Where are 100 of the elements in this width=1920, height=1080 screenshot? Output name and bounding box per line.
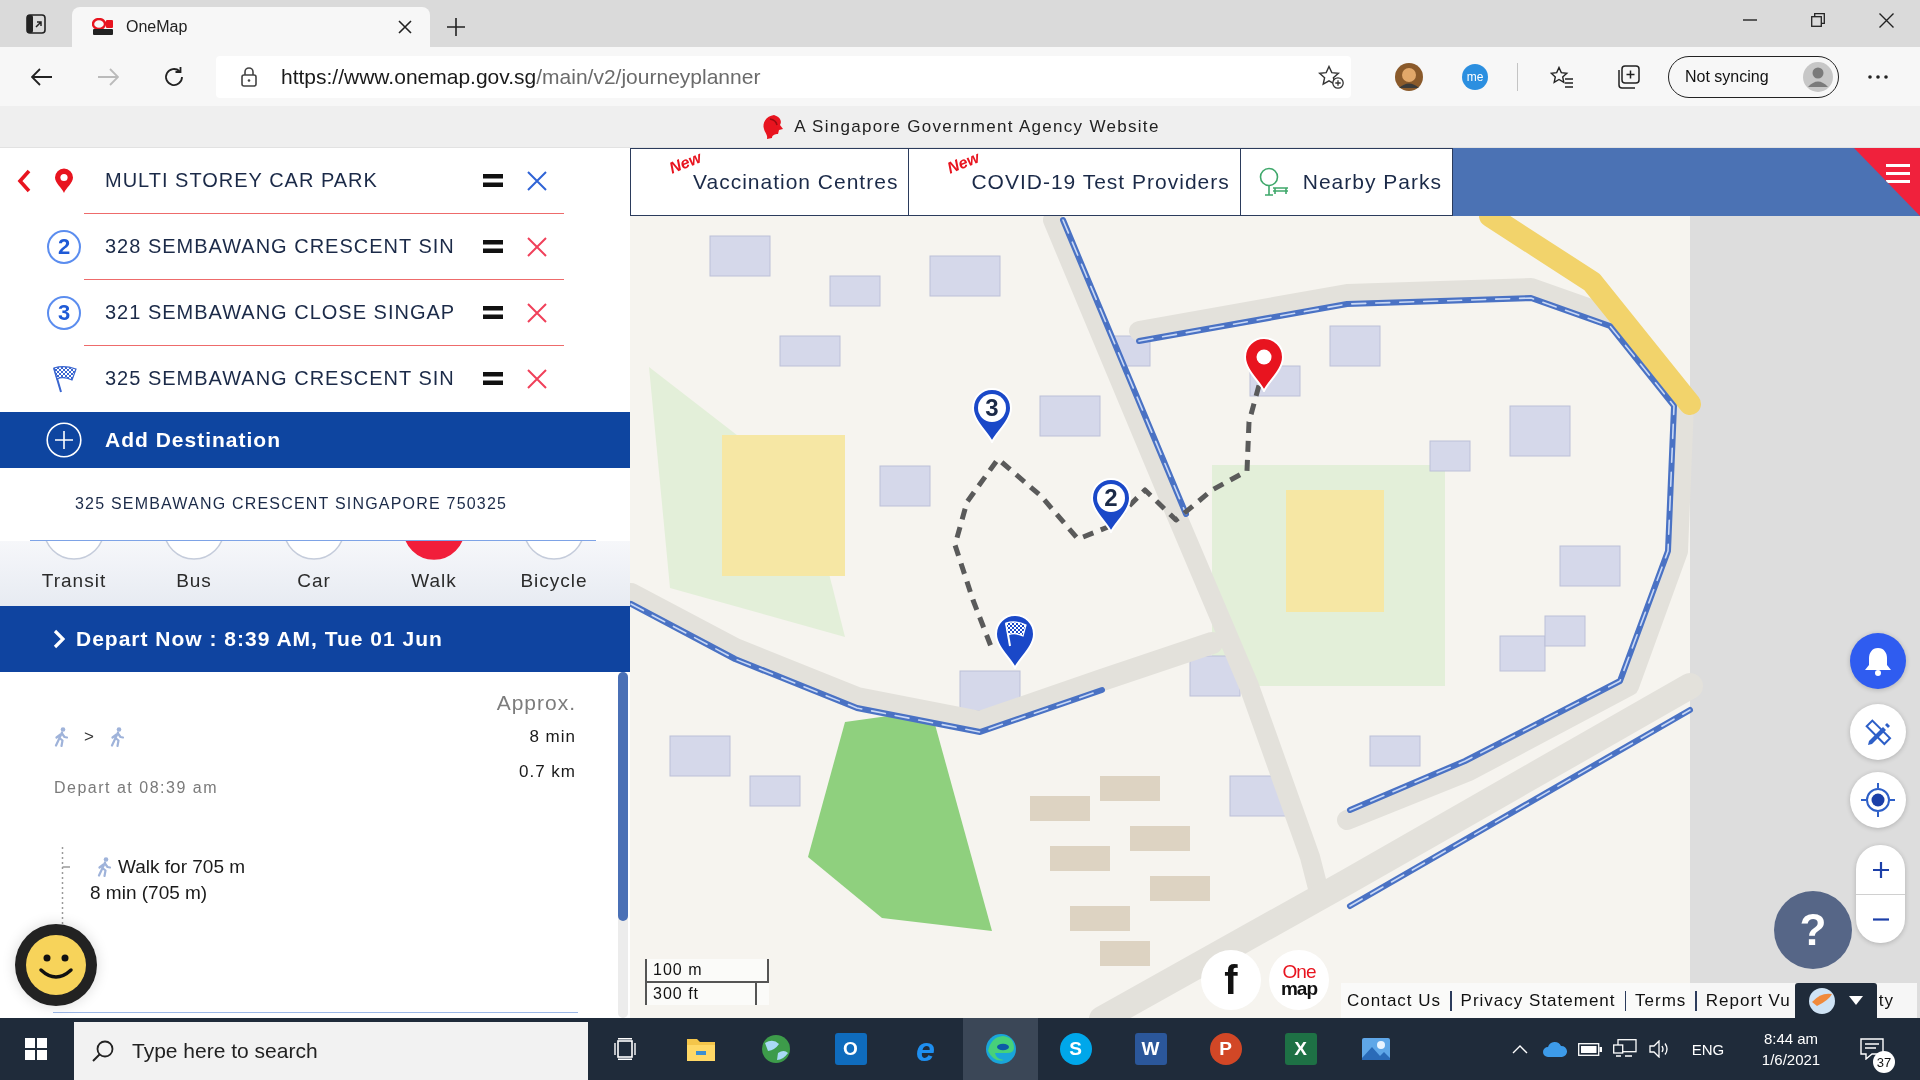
crosshair-icon xyxy=(1861,783,1895,817)
ruler-pencil-icon xyxy=(1863,717,1893,747)
chevron-up-icon xyxy=(1511,1044,1528,1054)
location-field[interactable]: 328 SEMBAWANG CRESCENT SIN xyxy=(84,235,483,258)
mode-tab[interactable]: Bus xyxy=(134,541,254,606)
feedback-button[interactable] xyxy=(15,924,97,1006)
drag-handle-icon[interactable] xyxy=(483,306,503,319)
mode-tab[interactable]: Walk xyxy=(374,541,494,606)
depart-time-text: Depart at 08:39 am xyxy=(54,778,219,798)
more-icon xyxy=(1868,74,1888,79)
selected-address: 325 SEMBAWANG CRESCENT SINGAPORE 750325 xyxy=(74,493,509,514)
drag-handle-icon[interactable] xyxy=(483,240,503,253)
add-destination-button[interactable]: Add Destination xyxy=(0,412,630,468)
location-field[interactable]: 321 SEMBAWANG CLOSE SINGAP xyxy=(84,301,483,324)
flag-pin-icon[interactable] xyxy=(994,613,1036,669)
stop-number: 3 xyxy=(47,296,81,330)
favorites-icon xyxy=(1550,65,1574,88)
building xyxy=(1369,735,1421,767)
taskbar-app-button[interactable]: X xyxy=(1284,1033,1317,1065)
building xyxy=(749,775,801,807)
minimize-icon xyxy=(1743,19,1757,21)
taskbar-app-button[interactable]: W xyxy=(1134,1033,1167,1065)
stop-pin[interactable]: 3 xyxy=(971,387,1013,443)
stop-pin[interactable]: 2 xyxy=(1090,477,1132,533)
widget-button[interactable] xyxy=(1794,983,1877,1018)
remove-button[interactable] xyxy=(525,366,549,391)
forward-arrow-icon xyxy=(97,67,119,86)
language-indicator[interactable]: ENG xyxy=(1677,1018,1739,1080)
refresh-icon xyxy=(163,65,185,88)
chevron-right-icon xyxy=(53,629,65,649)
url-text: https://www.onemap.gov.sg/main/v2/journeyplanner xyxy=(281,64,762,89)
browser-tab[interactable]: OneMap xyxy=(72,7,430,47)
smiley-icon xyxy=(26,935,86,995)
taskbar-app-button[interactable]: e xyxy=(909,1033,942,1065)
footer-link[interactable]: Report Vu xyxy=(1705,990,1791,1011)
menu-button[interactable] xyxy=(1854,148,1920,216)
speech-bubble-icon xyxy=(1860,1038,1884,1060)
category-tab[interactable]: New COVID-19 Test Providers xyxy=(909,148,1241,216)
swirl-icon xyxy=(984,1033,1017,1065)
globe-icon xyxy=(760,1034,791,1064)
address-field[interactable]: https://www.onemap.gov.sg/main/v2/journeyplanner xyxy=(216,55,1351,98)
plus-icon xyxy=(447,18,465,36)
scrollbar-track[interactable] xyxy=(618,672,628,1018)
building xyxy=(1329,325,1381,367)
category-tab[interactable]: New Vaccination Centres xyxy=(630,148,910,216)
leg-detail: 8 min (705 m) xyxy=(90,881,209,905)
cloud-icon xyxy=(1542,1041,1567,1057)
speaker-icon xyxy=(1648,1040,1671,1058)
footer-link[interactable]: Privacy Statement xyxy=(1460,990,1616,1011)
plus-circle-icon xyxy=(46,422,82,458)
plus-icon xyxy=(1872,861,1889,878)
building xyxy=(829,275,881,307)
route-separator: > xyxy=(84,727,94,747)
location-field[interactable]: MULTI STOREY CAR PARK xyxy=(84,169,483,192)
favicon-icon xyxy=(92,18,114,36)
tab-actions-icon xyxy=(26,14,46,34)
remove-button[interactable] xyxy=(525,234,549,259)
minus-icon xyxy=(1872,917,1889,921)
walk-icon xyxy=(97,857,111,877)
footer-link[interactable]: Contact Us xyxy=(1347,990,1442,1011)
checkered-flag-icon xyxy=(51,365,77,393)
location-field[interactable]: 325 SEMBAWANG CRESCENT SIN xyxy=(84,367,483,390)
taskbar-app-button[interactable] xyxy=(963,1018,1038,1080)
house-row xyxy=(1150,876,1210,901)
taskbar-app-button[interactable]: O xyxy=(834,1033,867,1065)
clock-button[interactable]: 8:44 am 1/6/2021 xyxy=(1739,1018,1843,1080)
mode-tab[interactable]: Transit xyxy=(14,541,134,606)
extension-avatar-icon[interactable] xyxy=(1394,61,1424,92)
building xyxy=(709,235,771,277)
mode-tab[interactable]: Bicycle xyxy=(494,541,614,606)
agency-banner-text: A Singapore Government Agency Website xyxy=(794,116,1160,137)
building xyxy=(1559,545,1621,587)
mode-tab[interactable]: Car xyxy=(254,541,374,606)
close-icon xyxy=(527,302,547,323)
battery-icon xyxy=(1577,1042,1602,1056)
house-row xyxy=(1030,796,1090,821)
scrollbar-thumb[interactable] xyxy=(618,672,628,921)
remove-button[interactable] xyxy=(525,168,549,193)
footer-link[interactable]: ty xyxy=(1878,990,1894,1011)
taskbar-app-button[interactable]: P xyxy=(1209,1033,1242,1065)
house-row xyxy=(1100,776,1160,801)
taskbar-search-field[interactable]: Type here to search xyxy=(74,1022,588,1080)
location-pin-icon[interactable] xyxy=(1243,336,1285,392)
footer-link[interactable]: Terms xyxy=(1635,990,1687,1011)
approx-label: Approx. xyxy=(496,690,576,716)
remove-button[interactable] xyxy=(525,300,549,325)
drag-handle-icon[interactable] xyxy=(483,372,503,385)
drag-handle-icon[interactable] xyxy=(483,174,503,187)
category-tab[interactable]: Nearby Parks xyxy=(1240,148,1453,216)
close-icon xyxy=(527,236,547,257)
house-row xyxy=(1100,941,1150,966)
duration-text: 8 min xyxy=(528,726,576,748)
menu-icon xyxy=(1886,164,1910,183)
collections-icon xyxy=(1616,64,1640,89)
house-row xyxy=(1070,906,1130,931)
notifications-button[interactable]: 37 xyxy=(1843,1018,1901,1080)
scale-label: 100 m xyxy=(645,959,769,983)
restore-icon xyxy=(1811,13,1825,27)
depart-time-button[interactable]: Depart Now : 8:39 AM, Tue 01 Jun xyxy=(0,606,630,672)
scale-label: 300 ft xyxy=(645,983,757,1005)
